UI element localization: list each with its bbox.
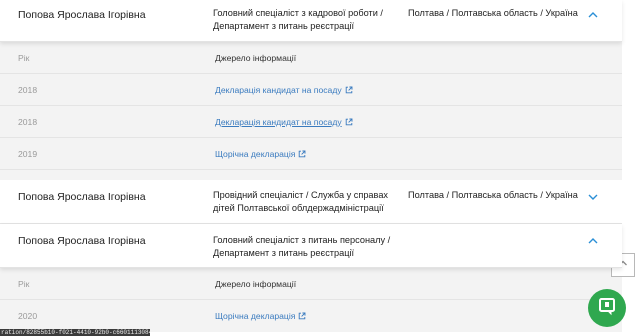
declaration-link[interactable]: Декларація кандидат на посаду (215, 85, 353, 95)
year-cell: 2020 (18, 311, 38, 321)
chat-icon (597, 296, 617, 321)
year-cell: 2019 (18, 148, 38, 159)
person-name: Попова Ярослава Ігорівна (18, 235, 146, 247)
status-bar-url: ration/82855b10-f021-4410-92b0-c66011130… (0, 329, 150, 336)
person-name: Попова Ярослава Ігорівна (18, 191, 146, 203)
table-header-row: Рік Джерело інформації (0, 42, 622, 74)
year-cell: 2018 (18, 84, 38, 95)
declarations-table: Рік Джерело інформації 2018 Декларація к… (0, 42, 622, 180)
table-footer-gap (0, 170, 622, 180)
external-link-icon (298, 312, 306, 320)
declaration-link[interactable]: Декларація кандидат на посаду (215, 117, 353, 127)
person-row[interactable]: Попова Ярослава Ігорівна Головний спеціа… (0, 0, 622, 42)
declaration-link-label: Щорічна декларація (215, 148, 296, 159)
person-location: Полтава / Полтавська область / Україна (408, 8, 578, 18)
person-location: Полтава / Полтавська область / Україна (408, 190, 578, 200)
declaration-link-label: Щорічна декларація (215, 311, 296, 321)
person-position: Головний спеціаліст з питань персоналу /… (213, 235, 391, 258)
external-link-icon (345, 118, 353, 126)
table-row: 2018 Декларація кандидат на посаду (0, 74, 622, 106)
person-name: Попова Ярослава Ігорівна (18, 9, 146, 21)
source-column-header: Джерело інформації (215, 52, 297, 63)
chat-button[interactable] (588, 289, 626, 327)
chevron-up-icon[interactable] (586, 8, 600, 22)
declaration-link[interactable]: Щорічна декларація (215, 149, 306, 159)
year-column-header: Рік (18, 278, 30, 289)
person-position: Провідний спеціаліст / Служба у справах … (213, 190, 389, 213)
chevron-down-icon[interactable] (586, 190, 600, 204)
external-link-icon (345, 86, 353, 94)
declarations-table: Рік Джерело інформації 2020 Щорічна декл… (0, 268, 622, 332)
declaration-link-label: Декларація кандидат на посаду (215, 116, 342, 127)
person-row[interactable]: Попова Ярослава Ігорівна Головний спеціа… (0, 224, 622, 268)
declarations-list: Попова Ярослава Ігорівна Головний спеціа… (0, 0, 622, 332)
external-link-icon (298, 150, 306, 158)
table-header-row: Рік Джерело інформації (0, 268, 622, 300)
table-row: 2020 Щорічна декларація (0, 300, 622, 332)
declaration-link[interactable]: Щорічна декларація (215, 311, 306, 321)
source-column-header: Джерело інформації (215, 278, 297, 289)
year-column-header: Рік (18, 52, 30, 63)
declaration-link-label: Декларація кандидат на посаду (215, 84, 342, 95)
person-position: Головний спеціаліст з кадрової роботи / … (213, 8, 383, 31)
chevron-up-icon[interactable] (586, 234, 600, 248)
person-row[interactable]: Попова Ярослава Ігорівна Провідний спеці… (0, 180, 622, 224)
table-row: 2019 Щорічна декларація (0, 138, 622, 170)
table-row: 2018 Декларація кандидат на посаду (0, 106, 622, 138)
year-cell: 2018 (18, 116, 38, 127)
